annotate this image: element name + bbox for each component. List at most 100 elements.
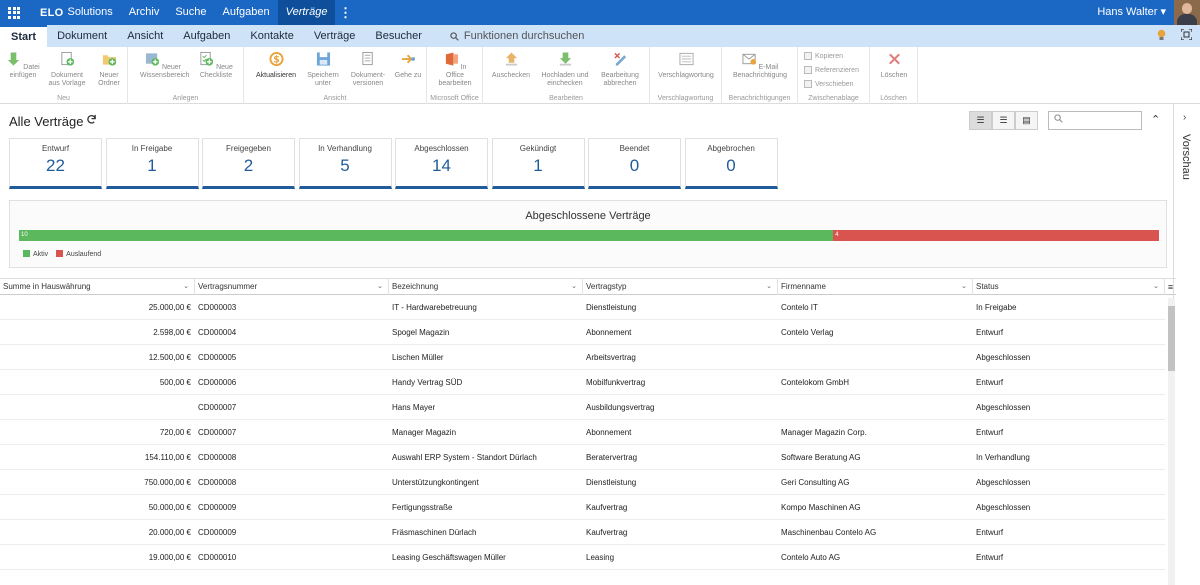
ribbon-group-office: In Office bearbeiten Microsoft Office [427,47,483,104]
tab-dokument[interactable]: Dokument [47,25,117,47]
tab-aufgaben[interactable]: Aufgaben [173,25,240,47]
hochladen-einchecken-button[interactable]: Hochladen und einchecken [541,51,589,88]
gehe-zu-button[interactable]: Gehe zu [394,51,422,80]
table-view-button[interactable]: ▤ [1015,111,1038,130]
app-launcher-button[interactable] [0,0,28,25]
dokumentversionen-button[interactable]: Dokument-versionen [348,51,388,88]
top-nav-suche[interactable]: Suche [167,0,214,25]
bar-segment-aktiv[interactable]: 10 [19,230,834,241]
chevron-down-icon[interactable]: ⌄ [961,279,967,295]
verschlagwortung-button[interactable]: Verschlagwortung [656,51,716,80]
column-header-vertragstyp[interactable]: Vertragstyp ⌄ [583,279,778,295]
cell-vertragsnummer: CD000007 [198,402,237,412]
chevron-down-icon[interactable]: ⌄ [766,279,772,295]
avatar[interactable] [1174,0,1200,25]
user-menu[interactable]: Hans Walter ▾ [1097,0,1166,25]
neuer-wissensbereich-button[interactable]: Neuer Wissensbereich [140,51,189,80]
chevron-down-icon[interactable]: ⌄ [571,279,577,295]
tab-kontakte[interactable]: Kontakte [240,25,303,47]
column-header-summe[interactable]: Summe in Hauswährung ⌄ [0,279,195,295]
datei-einfuegen-button[interactable]: Datei einfügen [6,51,40,80]
top-bar: ELO Solutions Archiv Suche Aufgaben Vert… [0,0,1200,25]
tab-start[interactable]: Start [0,25,48,47]
kopieren-button[interactable]: Kopieren [804,52,843,60]
elo-logo: ELO [40,6,64,19]
chevron-up-icon[interactable]: ⌃ [1151,113,1160,126]
refresh-icon[interactable] [86,114,97,125]
bar-segment-auslaufend[interactable]: 4 [833,230,1159,241]
cell-vertragstyp: Kaufvertrag [586,527,628,537]
chevron-down-icon[interactable]: ⌄ [183,279,189,295]
scrollbar-thumb[interactable] [1168,306,1175,371]
table-row[interactable]: 20.000,00 € CD000009 Fräsmaschinen Dürlach… [0,520,1165,545]
ribbon-group-verschlagwortung: Verschlagwortung Verschlagwortung [650,47,722,104]
column-header-status[interactable]: Status ⌄ [973,279,1165,295]
tile-abgebrochen[interactable]: Abgebrochen 0 [684,138,778,189]
lightbulb-icon[interactable] [1156,29,1167,41]
ribbon-group-benachrichtigungen: E-Mail Benachrichtigung Benachrichtigung… [722,47,798,104]
vertical-scrollbar[interactable] [1168,298,1175,585]
top-nav-solutions[interactable]: Solutions [68,0,121,25]
loeschen-button[interactable]: Löschen [876,51,912,80]
table-row[interactable]: 750.000,00 € CD000008 Unterstützungkonting… [0,470,1165,495]
table-row[interactable]: 19.000,00 € CD000010 Leasing Geschäftswage… [0,545,1165,570]
save-icon [316,52,330,66]
ribbon: Datei einfügen Dokument aus Vorlage Neue… [0,47,1200,104]
search-input[interactable] [1048,111,1142,130]
table-row[interactable]: 25.000,00 € CD000003 IT - Hardwarebetreuun… [0,295,1165,320]
in-office-bearbeiten-button[interactable]: In Office bearbeiten [435,51,475,88]
legend-item-auslaufend[interactable]: Auslaufend [56,250,101,258]
neue-checkliste-button[interactable]: Neue Checkliste [196,51,236,80]
tab-ansicht[interactable]: Ansicht [117,25,173,47]
tile-in-freigabe[interactable]: In Freigabe 1 [105,138,199,189]
tile-abgeschlossen[interactable]: Abgeschlossen 14 [395,138,488,189]
column-header-firmenname[interactable]: Firmenname ⌄ [778,279,973,295]
cell-vertragsnummer: CD000006 [198,377,237,387]
column-header-bezeichnung[interactable]: Bezeichnung ⌄ [389,279,583,295]
list-icon: ☰ [976,115,985,125]
tile-gekuendigt[interactable]: Gekündigt 1 [491,138,585,189]
referenzieren-button[interactable]: Referenzieren [804,66,859,74]
chevron-right-icon[interactable]: › [1183,112,1186,123]
top-nav-vertraege[interactable]: Verträge [277,0,336,25]
detail-view-button[interactable]: ☰ [992,111,1015,130]
cell-summe: 25.000,00 € [148,302,191,312]
tab-besucher[interactable]: Besucher [365,25,431,47]
preview-side-panel[interactable]: › Vorschau [1173,104,1200,585]
group-label-loeschen: Löschen [880,95,907,102]
verschieben-button[interactable]: Verschieben [804,80,854,88]
tab-vertraege[interactable]: Verträge [304,25,366,47]
table-row[interactable]: 500,00 € CD000006 Handy Vertrag SÜD Mobilfu… [0,370,1165,395]
refresh-dollar-icon: $ [268,51,284,67]
table-row[interactable]: 154.110,00 € CD000008 Auswahl ERP System -… [0,445,1165,470]
aktualisieren-button[interactable]: $ Aktualisieren [254,51,298,80]
bearbeitung-abbrechen-button[interactable]: Bearbeitung abbrechen [597,51,643,88]
table-row[interactable]: 2.598,00 € CD000004 Spogel Magazin Abonneme… [0,320,1165,345]
tile-in-verhandlung[interactable]: In Verhandlung 5 [298,138,392,189]
legend-item-aktiv[interactable]: Aktiv [23,250,48,258]
fullscreen-icon[interactable] [1181,29,1192,40]
tile-freigegeben[interactable]: Freigegeben 2 [202,138,295,189]
list-view-button[interactable]: ☰ [969,111,992,130]
top-nav-archiv[interactable]: Archiv [121,0,168,25]
function-search[interactable]: Funktionen durchsuchen [450,30,584,42]
table-row[interactable]: 12.500,00 € CD000005 Lischen Müller Arbeits… [0,345,1165,370]
top-nav-aufgaben[interactable]: Aufgaben [215,0,278,25]
speichern-unter-button[interactable]: Speichern unter [304,51,342,88]
auschecken-button[interactable]: Auschecken [491,51,531,80]
table-row[interactable]: CD000007 Hans Mayer Ausbildungsvertrag Abge… [0,395,1165,420]
column-header-vertragsnummer[interactable]: Vertragsnummer ⌄ [195,279,389,295]
tile-beendet[interactable]: Beendet 0 [588,138,681,189]
neuer-ordner-button[interactable]: Neuer Ordner [93,51,125,88]
email-benachrichtigung-button[interactable]: E-Mail Benachrichtigung [730,51,790,80]
cell-bezeichnung: Spogel Magazin [392,327,450,337]
column-menu-icon[interactable]: ≡ [1165,278,1176,295]
dokument-aus-vorlage-button[interactable]: Dokument aus Vorlage [46,51,88,88]
chevron-down-icon[interactable]: ⌄ [1153,279,1159,295]
tile-entwurf[interactable]: Entwurf 22 [9,138,102,189]
table-row[interactable]: 50.000,00 € CD000009 Fertigungsstraße Kaufv… [0,495,1165,520]
chevron-down-icon[interactable]: ⌄ [377,279,383,295]
more-menu-icon[interactable]: ⋮ [335,5,355,21]
table-row[interactable]: 720,00 € CD000007 Manager Magazin Abonnemen… [0,420,1165,445]
ribbon-group-neu: Datei einfügen Dokument aus Vorlage Neue… [0,47,128,104]
